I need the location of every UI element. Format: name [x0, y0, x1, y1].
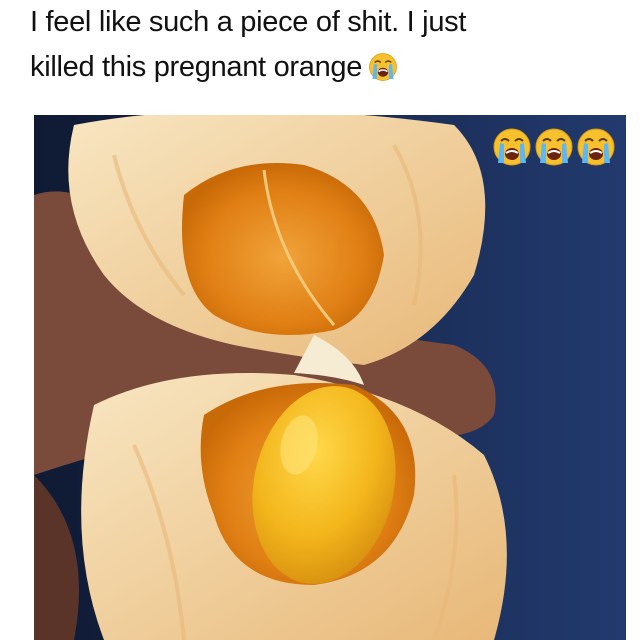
loudly-crying-face-icon — [576, 127, 616, 167]
crying-emoji-overlay — [492, 127, 616, 167]
orange-photo-illustration — [34, 115, 626, 640]
caption-line-2-text: killed this pregnant orange — [30, 51, 363, 83]
loudly-crying-face-icon — [492, 127, 532, 167]
caption-line-2: killed this pregnant orange — [30, 45, 610, 90]
loudly-crying-face-icon — [368, 52, 398, 82]
caption-line-1: I feel like such a piece of shit. I just — [30, 6, 467, 38]
loudly-crying-face-icon — [534, 127, 574, 167]
meme-caption: I feel like such a piece of shit. I just… — [30, 0, 610, 90]
orange-photo — [34, 115, 626, 640]
